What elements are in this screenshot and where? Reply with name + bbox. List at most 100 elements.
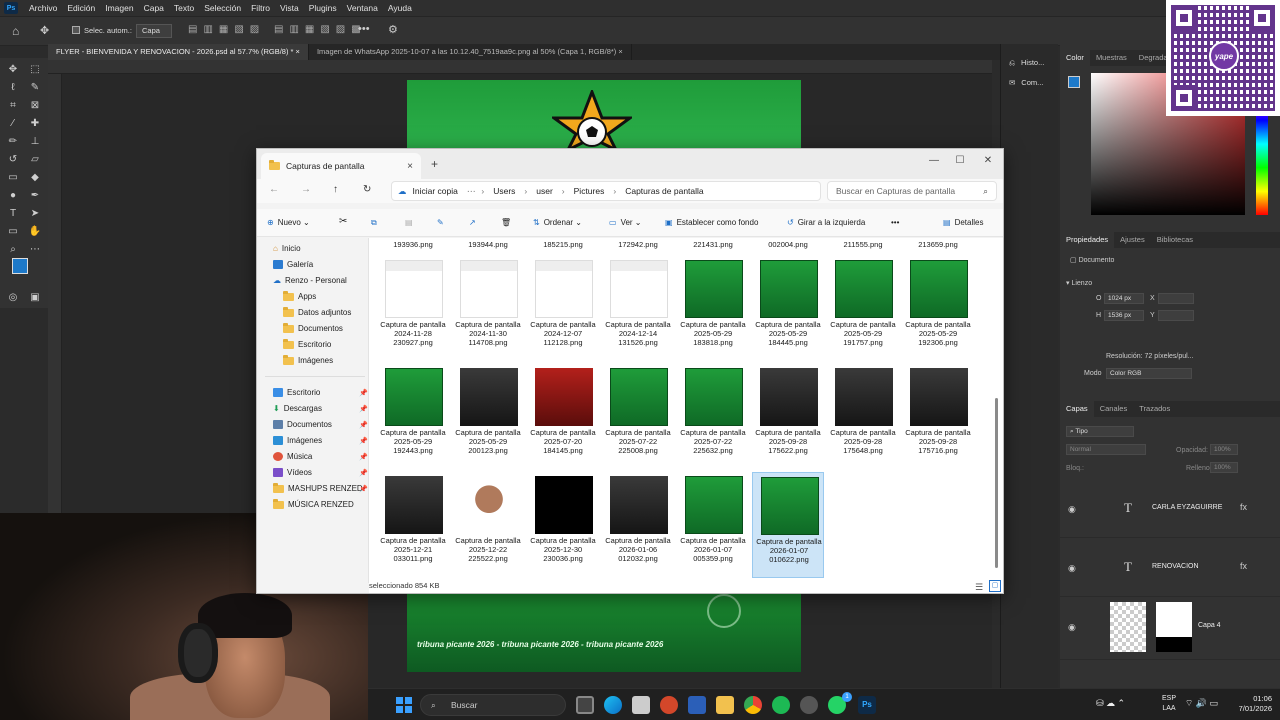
nav-item-documents[interactable]: Documentos bbox=[283, 322, 343, 333]
up-arrow-icon[interactable]: ↑ bbox=[333, 184, 338, 195]
see-more-icon[interactable]: ••• bbox=[891, 218, 899, 227]
obs-icon[interactable] bbox=[800, 696, 818, 714]
taskbar-clock[interactable]: 01:06 7/01/2026 bbox=[1239, 694, 1272, 714]
move-tool-icon[interactable]: ✥ bbox=[6, 62, 20, 76]
blend-mode-dropdown[interactable]: Normal bbox=[1066, 444, 1146, 455]
menu-archivo[interactable]: Archivo bbox=[24, 0, 62, 16]
history-brush-icon[interactable]: ↺ bbox=[6, 152, 20, 166]
powerpoint-icon[interactable] bbox=[660, 696, 678, 714]
doc-tab-whatsapp[interactable]: Imagen de WhatsApp 2025-10-07 a las 10.1… bbox=[309, 44, 632, 60]
rename-icon[interactable]: ✎ bbox=[437, 218, 444, 227]
dodge-tool-icon[interactable]: ● bbox=[6, 188, 20, 202]
path-select-icon[interactable]: ➤ bbox=[28, 206, 42, 220]
eraser-tool-icon[interactable]: ▱ bbox=[28, 152, 42, 166]
align-icons[interactable]: ▤▥▦▧▨ bbox=[188, 24, 265, 35]
file-item[interactable]: Captura de pantalla 2024-11-30 114708.pn… bbox=[452, 256, 524, 362]
address-bar[interactable]: ☁ Iniciar copia ⋯ › Users › user › Pictures… bbox=[391, 181, 821, 201]
forward-arrow-icon[interactable]: → bbox=[301, 184, 311, 195]
foreground-color-swatch[interactable] bbox=[12, 258, 28, 274]
mode-dropdown[interactable]: Color RGB bbox=[1106, 368, 1192, 379]
set-background-button[interactable]: ▣ Establecer como fondo bbox=[665, 218, 758, 227]
breadcrumb-current[interactable]: Capturas de pantalla bbox=[619, 186, 709, 196]
file-item[interactable]: Captura de pantalla 2026-01-07 010622.pn… bbox=[752, 472, 824, 578]
x-field[interactable] bbox=[1158, 293, 1194, 304]
maximize-icon[interactable]: ☐ bbox=[949, 153, 971, 169]
tab-libraries[interactable]: Bibliotecas bbox=[1151, 232, 1199, 248]
file-item[interactable]: Captura de pantalla 2025-07-20 184145.pn… bbox=[527, 364, 599, 470]
file-item[interactable]: Captura de pantalla 2025-05-29 191757.pn… bbox=[827, 256, 899, 362]
breadcrumb-users[interactable]: Users bbox=[487, 186, 521, 196]
hand-tool-icon[interactable]: ✋ bbox=[28, 224, 42, 238]
file-item[interactable]: Captura de pantalla 2024-12-14 131526.pn… bbox=[602, 256, 674, 362]
paste-icon[interactable]: ▤ bbox=[405, 218, 413, 227]
home-icon[interactable]: ⌂ bbox=[12, 24, 19, 38]
visibility-eye-icon[interactable]: ◉ bbox=[1068, 504, 1076, 515]
file-item[interactable]: Captura de pantalla 2025-12-22 225522.pn… bbox=[452, 472, 524, 578]
type-tool-icon[interactable]: T bbox=[6, 206, 20, 220]
details-button[interactable]: ▤ Detalles bbox=[943, 218, 983, 227]
crop-tool-icon[interactable]: ⌗ bbox=[6, 98, 20, 112]
width-field[interactable]: 1024 px bbox=[1104, 293, 1144, 304]
task-view-icon[interactable] bbox=[576, 696, 594, 714]
menu-texto[interactable]: Texto bbox=[169, 0, 199, 16]
network-volume-icons[interactable]: ⌔ 🔊 ▭ bbox=[1185, 698, 1218, 709]
file-item[interactable]: Captura de pantalla 2025-09-28 175622.pn… bbox=[752, 364, 824, 470]
zoom-tool-icon[interactable]: ⌕ bbox=[6, 242, 20, 256]
fill-field[interactable]: 100% bbox=[1210, 462, 1238, 473]
nav-item-apps[interactable]: Apps bbox=[283, 290, 316, 301]
marquee-tool-icon[interactable]: ⬚ bbox=[28, 62, 42, 76]
word-icon[interactable] bbox=[688, 696, 706, 714]
edge-icon[interactable] bbox=[604, 696, 622, 714]
quick-mashups[interactable]: MASHUPS RENZED 📌 bbox=[273, 482, 368, 493]
pen-tool-icon[interactable]: ✒ bbox=[28, 188, 42, 202]
menu-filtro[interactable]: Filtro bbox=[246, 0, 275, 16]
file-item[interactable]: Captura de pantalla 2025-12-21 033011.pn… bbox=[377, 472, 449, 578]
settings-gear-icon[interactable]: ⚙ bbox=[388, 23, 398, 36]
file-item[interactable]: Captura de pantalla 2025-07-22 225632.pn… bbox=[677, 364, 749, 470]
quick-videos[interactable]: Vídeos 📌 bbox=[273, 468, 368, 477]
tab-paths[interactable]: Trazados bbox=[1133, 401, 1176, 417]
spotify-icon[interactable] bbox=[772, 696, 790, 714]
vertical-scrollbar[interactable] bbox=[995, 398, 998, 568]
more-icon[interactable]: ⋯ bbox=[464, 186, 479, 197]
menu-capa[interactable]: Capa bbox=[139, 0, 169, 16]
history-panel-button[interactable]: ⎌ Histo... bbox=[1009, 58, 1044, 68]
new-tab-icon[interactable]: + bbox=[431, 157, 438, 171]
windows-start-icon[interactable] bbox=[396, 697, 412, 713]
frame-tool-icon[interactable]: ⊠ bbox=[28, 98, 42, 112]
details-view-icon[interactable]: ☰ bbox=[975, 580, 983, 594]
file-item[interactable]: Captura de pantalla 2025-07-22 225008.pn… bbox=[602, 364, 674, 470]
fx-icon[interactable]: fx bbox=[1240, 561, 1247, 571]
quick-musica[interactable]: Música 📌 bbox=[273, 452, 368, 461]
file-item[interactable]: Captura de pantalla 2026-01-06 012032.pn… bbox=[602, 472, 674, 578]
taskbar-search[interactable]: ⌕ Buscar bbox=[420, 694, 566, 716]
quick-musica-renzed[interactable]: MÚSICA RENZED bbox=[273, 498, 354, 509]
file-item[interactable]: Captura de pantalla 2025-12-30 230036.pn… bbox=[527, 472, 599, 578]
color-fg-swatch[interactable] bbox=[1068, 76, 1080, 88]
distribute-icons[interactable]: ▤▥▦▧▨▩ bbox=[274, 24, 367, 35]
layer-row[interactable]: ◉ Capa 4 bbox=[1060, 598, 1280, 660]
nav-item-galeria[interactable]: Galería bbox=[273, 260, 313, 269]
pin-icon[interactable]: 📌 bbox=[359, 469, 368, 477]
tab-color[interactable]: Color bbox=[1060, 50, 1090, 66]
photoshop-taskbar-icon[interactable]: Ps bbox=[858, 696, 876, 714]
layer-row[interactable]: ◉ T RENOVACION fx bbox=[1060, 539, 1280, 597]
file-item[interactable]: Captura de pantalla 2025-05-29 200123.pn… bbox=[452, 364, 524, 470]
doc-tab-flyer[interactable]: FLYER - BIENVENIDA Y RENOVACION - 2026.p… bbox=[48, 44, 309, 60]
file-item[interactable]: Captura de pantalla 2024-12-07 112128.pn… bbox=[527, 256, 599, 362]
menu-imagen[interactable]: Imagen bbox=[100, 0, 138, 16]
blur-tool-icon[interactable]: ◆ bbox=[28, 170, 42, 184]
menu-vista[interactable]: Vista bbox=[275, 0, 304, 16]
tiles-view-icon[interactable]: ▢ bbox=[989, 580, 1001, 592]
menu-plugins[interactable]: Plugins bbox=[304, 0, 342, 16]
close-tab-icon[interactable]: × bbox=[407, 161, 413, 172]
share-icon[interactable]: ↗ bbox=[469, 218, 476, 227]
more-options-icon[interactable]: ••• bbox=[358, 23, 370, 35]
shape-tool-icon[interactable]: ▭ bbox=[6, 224, 20, 238]
back-arrow-icon[interactable]: ← bbox=[269, 184, 279, 195]
pin-icon[interactable]: 📌 bbox=[359, 453, 368, 461]
comments-panel-button[interactable]: ✉ Com... bbox=[1009, 78, 1043, 87]
pin-icon[interactable]: 📌 bbox=[359, 437, 368, 445]
fx-icon[interactable]: fx bbox=[1240, 502, 1247, 512]
visibility-eye-icon[interactable]: ◉ bbox=[1068, 563, 1076, 574]
